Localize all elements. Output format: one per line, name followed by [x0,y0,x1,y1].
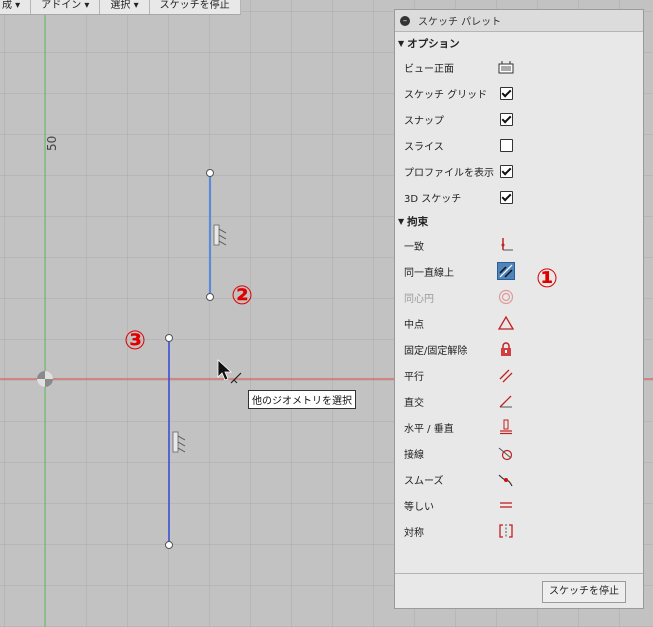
line-2-end-point[interactable] [206,293,214,301]
constraint-collinear[interactable]: 同一直線上 [395,258,643,284]
lock-icon[interactable] [497,340,515,358]
constraint-label: 対称 [404,527,424,539]
equal-icon[interactable] [497,496,515,514]
option-label: スライス [404,141,444,153]
option-slice: スライス [395,132,643,158]
option-label: スナップ [404,115,444,127]
constraint-label: 同一直線上 [404,267,454,279]
vertical-constraint-glyph[interactable] [213,224,227,246]
smooth-icon[interactable] [497,470,515,488]
origin-icon[interactable] [37,371,53,387]
sketch-grid-checkbox[interactable] [499,86,513,100]
constraint-smooth[interactable]: スムーズ [395,466,643,492]
stop-sketch-button[interactable]: スケッチを停止 [542,581,626,603]
tangent-icon[interactable] [497,444,515,462]
slice-checkbox[interactable] [499,138,513,152]
options-section-header[interactable]: ▼ オプション [395,32,643,54]
constraint-label: 平行 [404,371,424,383]
palette-footer-divider [395,573,643,574]
show-profile-checkbox[interactable] [499,164,513,178]
constraint-concentric[interactable]: 同心円 [395,284,643,310]
cursor-tooltip: 他のジオメトリを選択 [248,390,356,409]
option-view-front: ビュー正面 [395,54,643,80]
marker-3: ③ [123,326,146,356]
menu-select[interactable]: 選択 ▾ [100,0,150,14]
option-label: プロファイルを表示 [404,167,494,179]
triangle-down-icon: ▼ [398,38,405,48]
line-2-start-point[interactable] [206,169,214,177]
constraint-label: 固定/固定解除 [404,345,468,357]
coincident-icon[interactable] [497,236,515,254]
palette-header: – スケッチ パレット [395,10,643,32]
option-label: ビュー正面 [404,63,454,75]
menu-stop-sketch[interactable]: スケッチを停止 [150,0,241,14]
collinear-icon[interactable] [497,262,515,280]
midpoint-icon[interactable] [497,314,515,332]
triangle-down-icon: ▼ [398,216,405,226]
3d-sketch-checkbox[interactable] [499,190,513,204]
constraint-perpendicular[interactable]: 直交 [395,388,643,414]
constraint-fix-unfix[interactable]: 固定/固定解除 [395,336,643,362]
constraint-label: 同心円 [404,293,434,305]
constraint-coincident[interactable]: 一致 [395,232,643,258]
view-front-icon[interactable] [497,58,515,76]
option-label: スケッチ グリッド [404,89,488,101]
constraint-label: 接線 [404,449,424,461]
constraint-label: 等しい [404,501,434,513]
option-show-profile: プロファイルを表示 [395,158,643,184]
constraint-label: 直交 [404,397,424,409]
symmetry-icon[interactable] [497,522,515,540]
constraint-label: スムーズ [404,475,444,487]
axis-dimension-label: 50 [45,135,59,151]
constraint-label: 中点 [404,319,424,331]
constraints-header-label: 拘束 [407,215,429,228]
horizontal-vertical-icon[interactable] [497,418,515,436]
constraint-parallel[interactable]: 平行 [395,362,643,388]
menu-create[interactable]: 成 ▾ [0,0,32,14]
perpendicular-icon[interactable] [497,392,515,410]
option-3d-sketch: 3D スケッチ [395,184,643,210]
option-label: 3D スケッチ [404,193,462,205]
line-3-start-point[interactable] [165,334,173,342]
marker-1: ① [535,264,558,294]
options-header-label: オプション [407,37,460,50]
line-3-end-point[interactable] [165,541,173,549]
constraint-label: 一致 [404,241,424,253]
menu-addins[interactable]: アドイン ▾ [31,0,101,14]
concentric-icon[interactable] [497,288,515,306]
snap-checkbox[interactable] [499,112,513,126]
constraints-section-header[interactable]: ▼ 拘束 [395,210,643,232]
option-sketch-grid: スケッチ グリッド [395,80,643,106]
top-menu-bar: 成 ▾ アドイン ▾ 選択 ▾ スケッチを停止 [0,0,241,15]
palette-title: スケッチ パレット [418,17,502,28]
constraint-horizontal-vertical[interactable]: 水平 / 垂直 [395,414,643,440]
marker-2: ② [230,281,253,311]
constraint-label: 水平 / 垂直 [404,423,454,435]
parallel-icon[interactable] [497,366,515,384]
vertical-constraint-glyph[interactable] [172,431,186,453]
constraint-midpoint[interactable]: 中点 [395,310,643,336]
sketch-palette: – スケッチ パレット ▼ オプション ビュー正面 スケッチ グリッド スナップ… [394,9,644,609]
constraint-tangent[interactable]: 接線 [395,440,643,466]
option-snap: スナップ [395,106,643,132]
collapse-icon[interactable]: – [400,15,410,26]
constraint-equal[interactable]: 等しい [395,492,643,518]
constraint-symmetry[interactable]: 対称 [395,518,643,544]
